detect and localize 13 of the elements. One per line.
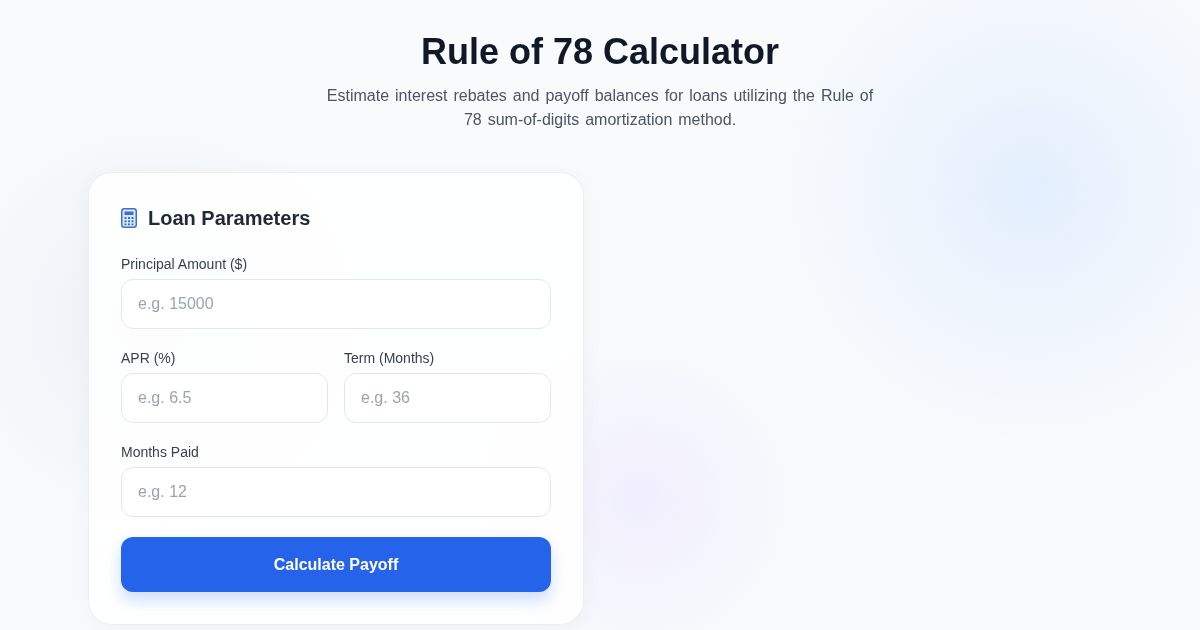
card-title: Loan Parameters	[148, 206, 311, 231]
field-label: Term (Months)	[344, 349, 435, 368]
input-field[interactable]: e.g. 12	[121, 467, 551, 517]
input-field[interactable]: e.g. 36	[344, 373, 551, 423]
page-subtitle: Estimate interest rebates and payoff balances for loans utilizing the Rule of 78 sum-of-digits amortization method.	[325, 86, 875, 130]
field-label: Months Paid	[121, 443, 199, 462]
calculate-button[interactable]: Calculate Payoff	[121, 537, 551, 592]
calculator-icon	[121, 208, 137, 228]
field-label: Principal Amount ($)	[121, 255, 248, 274]
field-label: APR (%)	[121, 349, 176, 368]
input-field[interactable]: e.g. 15000	[121, 279, 551, 329]
page-title: Rule of 78 Calculator	[420, 32, 780, 72]
input-field[interactable]: e.g. 6.5	[121, 373, 328, 423]
